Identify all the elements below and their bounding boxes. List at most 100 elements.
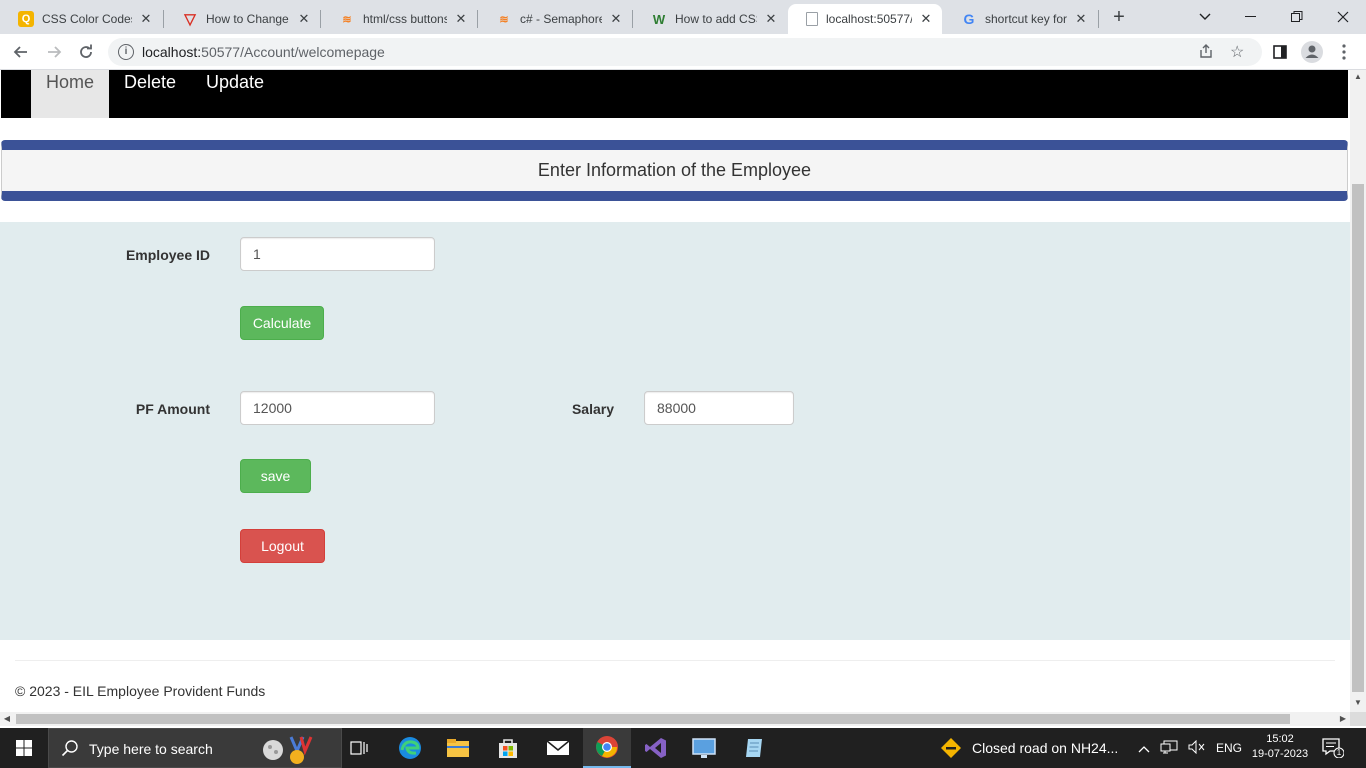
taskbar-mail[interactable] bbox=[534, 728, 582, 768]
remote-desktop-icon bbox=[692, 738, 716, 758]
footer-divider bbox=[15, 660, 1335, 661]
calculate-button[interactable]: Calculate bbox=[240, 306, 324, 340]
tab-html-css-buttons[interactable]: ≋ html/css buttons ✕ bbox=[321, 4, 477, 34]
network-icon[interactable] bbox=[1160, 740, 1178, 757]
stackoverflow-favicon-icon: ≋ bbox=[499, 13, 509, 26]
close-tab-icon[interactable]: ✕ bbox=[453, 11, 469, 27]
browser-toolbar: i localhost:50577/Account/welcomepage ☆ bbox=[0, 34, 1366, 70]
reload-icon bbox=[80, 44, 92, 58]
stackoverflow-favicon-icon: ≋ bbox=[342, 13, 352, 26]
save-button[interactable]: save bbox=[240, 459, 311, 493]
notes-icon bbox=[746, 739, 762, 757]
page-viewport: Home Delete Update Enter Information of … bbox=[0, 70, 1350, 712]
task-view-button[interactable] bbox=[336, 728, 384, 768]
scroll-down-arrow-icon[interactable]: ▼ bbox=[1350, 696, 1366, 710]
close-tab-icon[interactable]: ✕ bbox=[138, 11, 154, 27]
close-icon bbox=[1337, 11, 1349, 23]
scroll-left-arrow-icon[interactable]: ◀ bbox=[0, 712, 14, 726]
taskbar-visual-studio[interactable] bbox=[632, 728, 680, 768]
road-closed-icon bbox=[941, 738, 961, 758]
tab-search-button[interactable] bbox=[1182, 0, 1228, 34]
tab-localhost[interactable]: localhost:50577/Acc ✕ bbox=[788, 4, 942, 34]
language-indicator[interactable]: ENG bbox=[1216, 741, 1242, 755]
scroll-right-arrow-icon[interactable]: ▶ bbox=[1336, 712, 1350, 726]
scrollbar-corner bbox=[1350, 712, 1366, 726]
search-favicon-icon: Q bbox=[18, 11, 34, 27]
page-title: Enter Information of the Employee bbox=[537, 160, 812, 180]
reload-button[interactable] bbox=[74, 40, 98, 64]
notification-center-button[interactable]: 1 bbox=[1322, 738, 1345, 759]
share-icon[interactable] bbox=[1198, 43, 1214, 64]
arrow-right-icon bbox=[48, 46, 62, 58]
new-tab-button[interactable]: + bbox=[1108, 6, 1130, 28]
minimize-button[interactable] bbox=[1228, 0, 1274, 34]
chrome-icon bbox=[596, 736, 618, 758]
nav-delete[interactable]: Delete bbox=[124, 70, 176, 118]
taskbar-store[interactable] bbox=[484, 728, 532, 768]
more-vertical-icon bbox=[1342, 44, 1346, 60]
volume-muted-icon[interactable] bbox=[1188, 739, 1206, 757]
footer-copyright: © 2023 - EIL Employee Provident Funds bbox=[15, 683, 266, 699]
tab-css-color-codes[interactable]: Q CSS Color Codes ✕ bbox=[0, 4, 162, 34]
taskbar-file-explorer[interactable] bbox=[434, 728, 482, 768]
browser-menu-button[interactable] bbox=[1332, 40, 1356, 64]
chevron-up-icon[interactable] bbox=[1138, 741, 1150, 756]
weather-widget[interactable]: Closed road on NH24... bbox=[940, 728, 1118, 768]
close-tab-icon[interactable]: ✕ bbox=[296, 11, 312, 27]
minimize-icon bbox=[1245, 16, 1256, 17]
close-tab-icon[interactable]: ✕ bbox=[1073, 11, 1089, 27]
taskbar-chrome[interactable] bbox=[583, 728, 631, 768]
folder-icon bbox=[447, 739, 469, 757]
close-tab-icon[interactable]: ✕ bbox=[763, 11, 779, 27]
address-bar[interactable]: i localhost:50577/Account/welcomepage ☆ bbox=[108, 38, 1262, 66]
url-text: localhost:50577/Account/welcomepage bbox=[142, 44, 385, 60]
restore-icon bbox=[1291, 11, 1303, 22]
start-button[interactable] bbox=[0, 728, 48, 768]
search-icon bbox=[61, 739, 79, 762]
tab-semaphore[interactable]: ≋ c# - Semaphore in ✕ bbox=[478, 4, 632, 34]
taskbar-remote-desktop[interactable] bbox=[680, 728, 728, 768]
employee-form: Employee ID Calculate PF Amount Salary s… bbox=[0, 222, 1350, 640]
nav-home[interactable]: Home bbox=[31, 70, 109, 118]
visual-studio-icon bbox=[645, 738, 666, 758]
restore-button[interactable] bbox=[1274, 0, 1320, 34]
taskbar-edge[interactable] bbox=[386, 728, 434, 768]
tab-shortcut-key[interactable]: G shortcut key for sc ✕ bbox=[943, 4, 1097, 34]
forward-button[interactable] bbox=[42, 40, 66, 64]
horizontal-scrollbar[interactable]: ◀ ▶ bbox=[0, 712, 1350, 726]
close-window-button[interactable] bbox=[1320, 0, 1366, 34]
taskbar-search-box[interactable]: Type here to search bbox=[48, 728, 342, 768]
page-banner: Enter Information of the Employee bbox=[1, 140, 1348, 201]
taskbar-notes-app[interactable] bbox=[730, 728, 778, 768]
pf-amount-label: PF Amount bbox=[135, 401, 210, 417]
pf-amount-input[interactable] bbox=[240, 391, 435, 425]
back-button[interactable] bbox=[9, 40, 33, 64]
w-favicon-icon: W bbox=[652, 11, 666, 27]
logout-button[interactable]: Logout bbox=[240, 529, 325, 563]
close-tab-icon[interactable]: ✕ bbox=[608, 11, 624, 27]
employee-id-input[interactable] bbox=[240, 237, 435, 271]
close-tab-icon[interactable]: ✕ bbox=[918, 11, 934, 27]
taskbar-clock[interactable]: 15:02 19-07-2023 bbox=[1244, 732, 1316, 762]
task-view-icon bbox=[350, 741, 368, 755]
employee-id-label: Employee ID bbox=[125, 247, 210, 263]
tab-how-to-add-css[interactable]: W How to add CSS ✕ bbox=[633, 4, 787, 34]
search-highlight-medal-icon bbox=[263, 736, 313, 764]
tab-how-to-change[interactable]: ▽ How to Change lin ✕ bbox=[164, 4, 320, 34]
document-favicon-icon bbox=[806, 12, 818, 26]
salary-label: Salary bbox=[571, 401, 614, 417]
chevron-down-icon bbox=[1199, 13, 1211, 20]
system-tray: ENG bbox=[1138, 728, 1242, 768]
profile-button[interactable] bbox=[1300, 40, 1324, 64]
horizontal-scroll-thumb[interactable] bbox=[16, 714, 1290, 724]
info-icon[interactable]: i bbox=[118, 44, 134, 60]
star-icon[interactable]: ☆ bbox=[1230, 42, 1244, 62]
scroll-up-arrow-icon[interactable]: ▲ bbox=[1350, 70, 1366, 84]
vertical-scrollbar[interactable]: ▲ ▼ bbox=[1350, 70, 1366, 712]
vertical-scroll-thumb[interactable] bbox=[1352, 184, 1364, 692]
nav-update[interactable]: Update bbox=[206, 70, 264, 118]
salary-input[interactable] bbox=[644, 391, 794, 425]
top-navbar: Home Delete Update bbox=[1, 70, 1348, 118]
side-panel-button[interactable] bbox=[1268, 40, 1292, 64]
windows-taskbar: Type here to search Closed road on NH24.… bbox=[0, 728, 1366, 768]
